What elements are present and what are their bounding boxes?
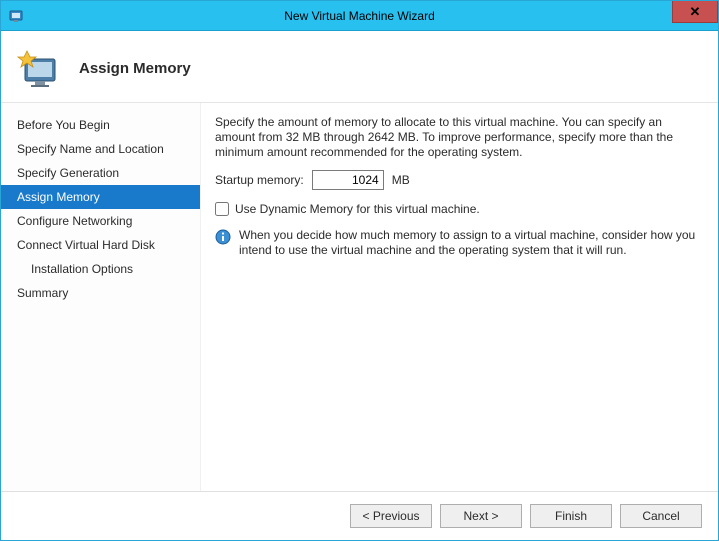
sidebar-item-label: Assign Memory bbox=[17, 190, 100, 204]
startup-memory-unit: MB bbox=[392, 173, 410, 187]
sidebar-item-before-you-begin[interactable]: Before You Begin bbox=[1, 113, 200, 137]
wizard-footer: < Previous Next > Finish Cancel bbox=[1, 491, 718, 540]
info-block: When you decide how much memory to assig… bbox=[215, 228, 702, 258]
wizard-header: Assign Memory bbox=[1, 31, 718, 103]
sidebar-item-configure-networking[interactable]: Configure Networking bbox=[1, 209, 200, 233]
close-button[interactable]: ✕ bbox=[672, 1, 718, 23]
sidebar-item-label: Specify Generation bbox=[17, 166, 119, 180]
startup-memory-input[interactable] bbox=[312, 170, 384, 190]
description-text: Specify the amount of memory to allocate… bbox=[215, 115, 702, 160]
info-text: When you decide how much memory to assig… bbox=[239, 228, 702, 258]
dynamic-memory-checkbox[interactable] bbox=[215, 202, 229, 216]
cancel-button[interactable]: Cancel bbox=[620, 504, 702, 528]
sidebar-item-assign-memory[interactable]: Assign Memory bbox=[1, 185, 200, 209]
sidebar-item-installation-options[interactable]: Installation Options bbox=[1, 257, 200, 281]
sidebar-item-label: Summary bbox=[17, 286, 68, 300]
sidebar-item-summary[interactable]: Summary bbox=[1, 281, 200, 305]
dynamic-memory-row: Use Dynamic Memory for this virtual mach… bbox=[215, 202, 702, 216]
previous-button[interactable]: < Previous bbox=[350, 504, 432, 528]
window-title: New Virtual Machine Wizard bbox=[1, 9, 718, 23]
sidebar-item-label: Installation Options bbox=[31, 262, 133, 276]
finish-button[interactable]: Finish bbox=[530, 504, 612, 528]
sidebar-item-label: Connect Virtual Hard Disk bbox=[17, 238, 155, 252]
close-icon: ✕ bbox=[690, 4, 701, 20]
next-button[interactable]: Next > bbox=[440, 504, 522, 528]
sidebar-item-connect-virtual-hard-disk[interactable]: Connect Virtual Hard Disk bbox=[1, 233, 200, 257]
sidebar-item-label: Before You Begin bbox=[17, 118, 110, 132]
wizard-body: Before You Begin Specify Name and Locatio… bbox=[1, 103, 718, 491]
sidebar-item-specify-generation[interactable]: Specify Generation bbox=[1, 161, 200, 185]
sidebar-item-label: Configure Networking bbox=[17, 214, 132, 228]
startup-memory-label: Startup memory: bbox=[215, 173, 304, 187]
wizard-icon bbox=[17, 45, 65, 93]
sidebar-item-label: Specify Name and Location bbox=[17, 142, 164, 156]
wizard-content: Specify the amount of memory to allocate… bbox=[201, 103, 718, 491]
app-icon bbox=[9, 8, 25, 24]
startup-memory-row: Startup memory: MB bbox=[215, 170, 702, 190]
wizard-steps-sidebar: Before You Begin Specify Name and Locatio… bbox=[1, 103, 201, 491]
page-title: Assign Memory bbox=[79, 60, 191, 77]
sidebar-item-specify-name-and-location[interactable]: Specify Name and Location bbox=[1, 137, 200, 161]
dynamic-memory-label[interactable]: Use Dynamic Memory for this virtual mach… bbox=[235, 202, 480, 216]
info-icon bbox=[215, 229, 231, 245]
client-area: Assign Memory Before You Begin Specify Na… bbox=[1, 31, 718, 540]
titlebar: New Virtual Machine Wizard ✕ bbox=[1, 1, 718, 31]
